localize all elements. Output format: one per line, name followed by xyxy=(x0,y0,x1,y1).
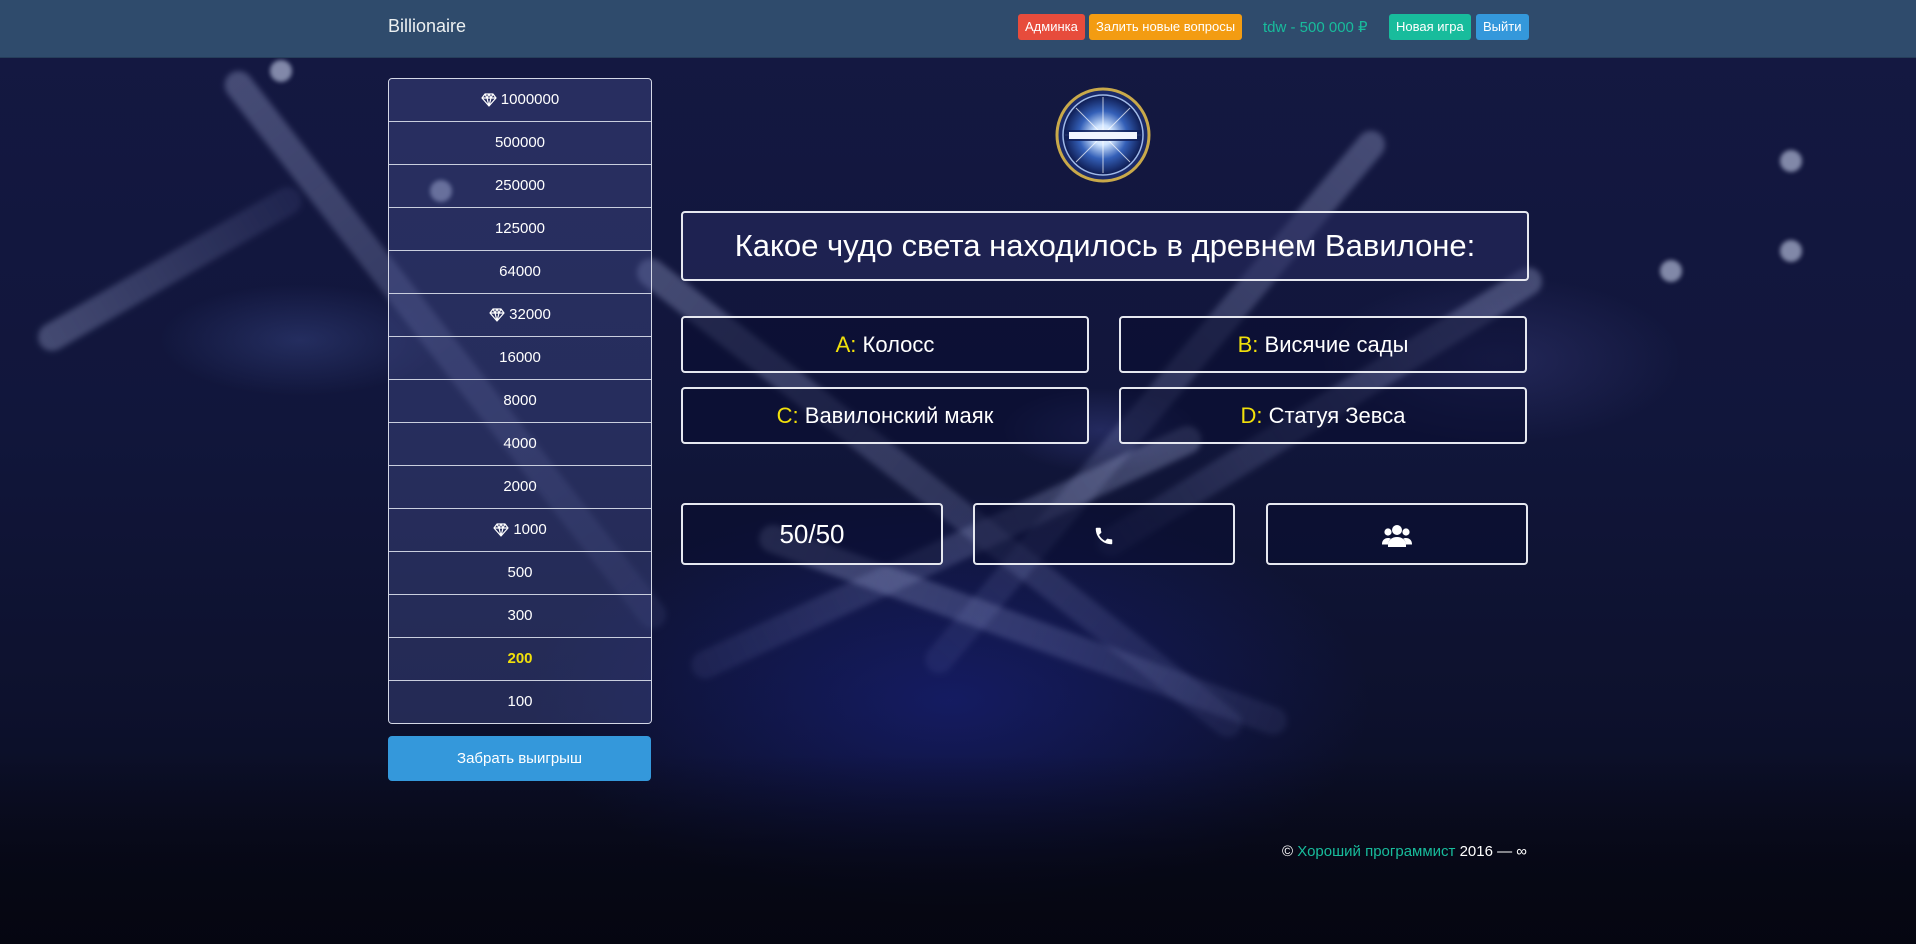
author-link[interactable]: Хороший программист xyxy=(1297,843,1455,860)
ladder-amount: 4000 xyxy=(503,435,537,452)
ladder-amount: 64000 xyxy=(499,263,541,280)
ladder-amount: 500 xyxy=(507,564,533,581)
copyright-symbol: © xyxy=(1282,843,1294,860)
ladder-rung: 4000 xyxy=(389,422,651,465)
new-game-button[interactable]: Новая игра xyxy=(1389,14,1471,40)
answer-letter: B: xyxy=(1237,332,1259,357)
question-text: Какое чудо света находилось в древнем Ва… xyxy=(681,211,1529,281)
diamond-icon xyxy=(489,297,505,339)
ladder-rung: 500 xyxy=(389,551,651,594)
user-balance: tdw - 500 000 ₽ xyxy=(1263,19,1368,36)
ladder-rung-current: 200 xyxy=(389,637,651,680)
answer-c-button[interactable]: C: Вавилонский маяк xyxy=(681,387,1089,444)
diamond-icon xyxy=(493,512,509,554)
ladder-amount: 1000 xyxy=(513,521,547,538)
answer-d-button[interactable]: D: Статуя Зевса xyxy=(1119,387,1527,444)
brand-link[interactable]: Billionaire xyxy=(388,16,466,37)
ask-audience-button[interactable] xyxy=(1266,503,1528,565)
diamond-icon xyxy=(481,82,497,124)
logout-button[interactable]: Выйти xyxy=(1476,14,1529,40)
stage-background xyxy=(0,0,1916,944)
ladder-rung: 64000 xyxy=(389,250,651,293)
ladder-amount: 8000 xyxy=(503,392,537,409)
answer-text: Висячие сады xyxy=(1264,332,1409,357)
ladder-amount: 1000000 xyxy=(500,91,560,108)
answer-letter: D: xyxy=(1240,403,1263,428)
answer-text: Вавилонский маяк xyxy=(804,403,994,428)
fifty-fifty-button[interactable]: 50/50 xyxy=(681,503,943,565)
ladder-rung: 1000000 xyxy=(389,79,651,121)
navbar: Billionaire Админка Залить новые вопросы… xyxy=(0,0,1916,58)
answer-text: Колосс xyxy=(862,332,935,357)
ladder-rung: 125000 xyxy=(389,207,651,250)
ladder-rung: 32000 xyxy=(389,293,651,336)
ladder-amount: 16000 xyxy=(499,349,541,366)
ladder-amount: 300 xyxy=(507,607,533,624)
users-icon xyxy=(1382,519,1412,549)
ladder-amount: 2000 xyxy=(503,478,537,495)
ladder-rung: 500000 xyxy=(389,121,651,164)
ladder-amount: 500000 xyxy=(494,134,546,151)
answer-b-button[interactable]: B: Висячие сады xyxy=(1119,316,1527,373)
phone-icon xyxy=(1093,519,1115,549)
ladder-amount: 100 xyxy=(507,693,533,710)
footer-years: 2016 — ∞ xyxy=(1459,843,1527,860)
millionaire-logo-icon xyxy=(1055,87,1151,183)
ladder-rung: 1000 xyxy=(389,508,651,551)
answer-text: Статуя Зевса xyxy=(1268,403,1406,428)
ladder-rung: 100 xyxy=(389,680,651,723)
upload-questions-button[interactable]: Залить новые вопросы xyxy=(1089,14,1243,40)
answer-letter: A: xyxy=(835,332,857,357)
admin-button[interactable]: Админка xyxy=(1018,14,1085,40)
ladder-rung: 2000 xyxy=(389,465,651,508)
ladder-rung: 8000 xyxy=(389,379,651,422)
take-money-button[interactable]: Забрать выигрыш xyxy=(388,736,651,781)
answer-a-button[interactable]: A: Колосс xyxy=(681,316,1089,373)
ladder-amount: 125000 xyxy=(494,220,546,237)
ladder-amount: 200 xyxy=(507,650,533,667)
answer-letter: C: xyxy=(776,403,799,428)
ladder-rung: 250000 xyxy=(389,164,651,207)
phone-friend-button[interactable] xyxy=(973,503,1235,565)
ladder-rung: 300 xyxy=(389,594,651,637)
ladder-amount: 250000 xyxy=(494,177,546,194)
prize-ladder: 1000000 500000 250000 125000 64000 32000 16000… xyxy=(388,78,652,724)
footer: © Хороший программист 2016 — ∞ xyxy=(1282,843,1527,860)
ladder-amount: 32000 xyxy=(509,306,551,323)
ladder-rung: 16000 xyxy=(389,336,651,379)
